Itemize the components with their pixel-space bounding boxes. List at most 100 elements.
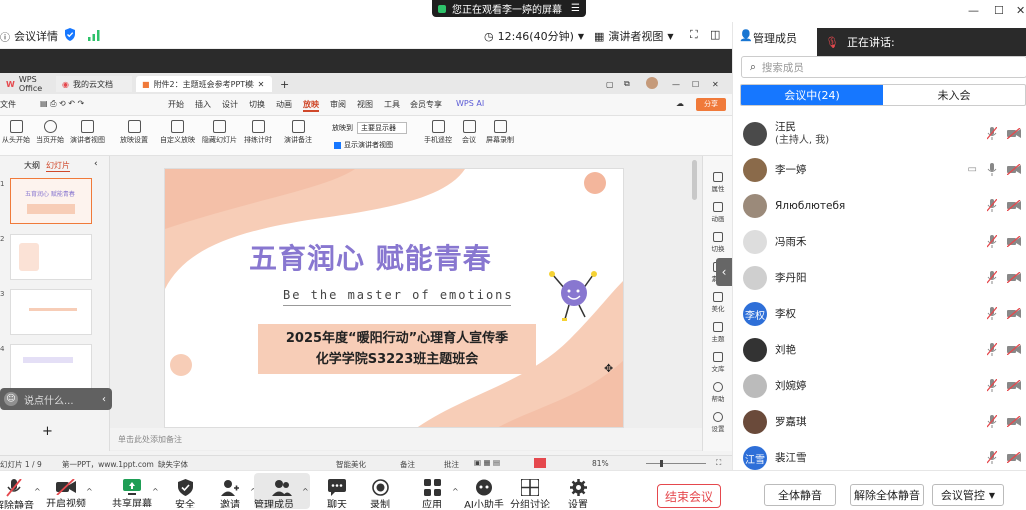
video-off-icon[interactable] (1007, 236, 1021, 247)
slide-thumbnail-2[interactable] (10, 234, 92, 280)
video-off-icon[interactable] (1007, 200, 1021, 211)
member-search-input[interactable]: ⌕ 搜索成员 (741, 56, 1026, 78)
video-off-icon[interactable] (1007, 452, 1021, 463)
menu-view[interactable]: 视图 (357, 99, 373, 110)
ribbon-meeting[interactable]: 会议 (462, 120, 476, 145)
wps-home-tab[interactable]: W WPS Office (0, 75, 52, 93)
meeting-control-button[interactable]: 会议管控 ▼ (932, 484, 1004, 506)
member-row[interactable]: Ялюблютебя (733, 188, 1026, 224)
play-button[interactable] (534, 458, 546, 468)
ribbon-screen-record[interactable]: 屏幕录制 (486, 120, 514, 145)
menu-wps-ai[interactable]: WPS AI (456, 99, 484, 108)
member-row[interactable]: 李丹阳 (733, 260, 1026, 296)
member-row[interactable]: 李权 李权 (733, 296, 1026, 332)
ribbon-hide-slide[interactable]: 隐藏幻灯片 (202, 120, 237, 145)
side-transition[interactable]: 切换 (703, 232, 733, 253)
current-slide[interactable]: 五育润心 赋能青春 Be the master of emotions 2025… (164, 168, 624, 428)
share-button[interactable]: 分享 (696, 98, 726, 111)
ribbon-custom-show[interactable]: 自定义放映 (160, 120, 195, 145)
speak-input-box[interactable]: ☺ 说点什么... ‹ (0, 388, 112, 410)
wps-user-avatar[interactable] (646, 77, 658, 89)
tab-in-meeting[interactable]: 会议中(24) (741, 85, 883, 105)
member-row[interactable]: 冯雨禾 (733, 224, 1026, 260)
show-presenter-checkbox[interactable]: 显示演讲者视图 (334, 140, 393, 150)
meeting-timer[interactable]: ◷ 12:46(40分钟) ▼ (484, 28, 584, 44)
banner-menu-icon[interactable]: ☰ (571, 3, 580, 14)
ribbon-rehearse[interactable]: 排练计时 (244, 120, 272, 145)
sharing-banner[interactable]: 您正在观看李一婷的屏幕 ☰ (432, 0, 586, 17)
view-switch-button[interactable]: ▦ 演讲者视图 ▼ (594, 28, 674, 44)
mic-off-icon[interactable] (987, 343, 997, 356)
quick-access-icons[interactable]: ▤ ⎙ ⟲ ↶ ↷ (40, 99, 84, 109)
notes-area[interactable]: 单击此处添加备注 (110, 428, 702, 450)
tab-not-joined[interactable]: 未入会 (883, 85, 1025, 105)
smart-beautify-button[interactable]: 智能美化 (336, 459, 366, 470)
mic-off-icon[interactable] (987, 235, 997, 248)
menu-tools[interactable]: 工具 (384, 99, 400, 110)
layout-icon[interactable]: ▢ (600, 76, 620, 92)
zoom-slider-thumb[interactable] (660, 460, 663, 467)
menu-design[interactable]: 设计 (222, 99, 238, 110)
side-settings[interactable]: 设置 (703, 412, 733, 433)
view-mode-icons[interactable]: ▣ ▦ ▤ (474, 458, 500, 467)
end-meeting-button[interactable]: 结束会议 (657, 484, 721, 508)
side-theme[interactable]: 主题 (703, 322, 733, 343)
display-select[interactable]: 主要显示器 (357, 122, 407, 134)
security-shield-icon[interactable] (64, 28, 76, 41)
mic-off-icon[interactable] (987, 199, 997, 212)
menu-slideshow[interactable]: 放映 (303, 99, 319, 112)
close-tab-icon[interactable]: ✕ (258, 80, 265, 89)
member-row[interactable]: 罗嘉琪 (733, 404, 1026, 440)
close-button[interactable]: ✕ (1016, 4, 1025, 17)
unmute-all-button[interactable]: 解除全体静音 (850, 484, 924, 506)
video-off-icon[interactable] (1007, 344, 1021, 355)
window-icon[interactable]: ⧉ (618, 76, 636, 92)
slide-thumbnail-4[interactable] (10, 344, 92, 390)
side-library[interactable]: 文库 (703, 352, 733, 373)
video-off-icon[interactable] (1007, 380, 1021, 391)
tab-slides[interactable]: 幻灯片 (46, 160, 70, 172)
fullscreen-icon[interactable]: ⛶ (690, 28, 698, 42)
collapse-icon[interactable]: ‹ (102, 394, 106, 405)
side-help[interactable]: 帮助 (703, 382, 733, 403)
canvas-scrollbar[interactable] (692, 160, 697, 200)
wps-close-icon[interactable]: ✕ (706, 76, 725, 92)
file-menu[interactable]: 文件 (0, 99, 16, 110)
mic-off-icon[interactable] (987, 379, 997, 392)
side-animation[interactable]: 动画 (703, 202, 733, 223)
mic-off-icon[interactable] (987, 127, 997, 140)
ribbon-show-settings[interactable]: 放映设置 (120, 120, 148, 145)
meeting-details-button[interactable]: ⓘ 会议详情 (0, 28, 58, 44)
ribbon-from-start[interactable]: 从头开始 (2, 120, 30, 145)
video-off-icon[interactable] (1007, 416, 1021, 427)
toolbar-record-button[interactable]: 录制 (352, 479, 408, 508)
side-properties[interactable]: 属性 (703, 172, 733, 193)
menu-member[interactable]: 会员专享 (410, 99, 442, 110)
mic-icon[interactable] (987, 163, 997, 176)
add-slide-icon[interactable]: + (42, 424, 53, 439)
member-row[interactable]: 汪民 (主持人, 我) (733, 116, 1026, 152)
layout-split-icon[interactable]: ◫ (710, 28, 720, 41)
mic-off-icon[interactable] (987, 415, 997, 428)
member-row[interactable]: 刘艳 (733, 332, 1026, 368)
ribbon-phone-remote[interactable]: 手机遥控 (424, 120, 452, 145)
emoji-icon[interactable]: ☺ (4, 392, 18, 406)
wps-cloud-tab[interactable]: ◉ 我的云文档 (56, 76, 132, 92)
mic-off-icon[interactable] (987, 307, 997, 320)
member-row[interactable]: 李一婷 ▭ (733, 152, 1026, 188)
menu-insert[interactable]: 插入 (195, 99, 211, 110)
tab-outline[interactable]: 大纲 (24, 160, 40, 171)
video-off-icon[interactable] (1007, 128, 1021, 139)
ribbon-from-current[interactable]: 当页开始 (36, 120, 64, 145)
mic-off-icon[interactable] (987, 271, 997, 284)
menu-transition[interactable]: 切换 (249, 99, 265, 110)
video-off-icon[interactable] (1007, 272, 1021, 283)
video-off-icon[interactable] (1007, 308, 1021, 319)
side-beautify[interactable]: 美化 (703, 292, 733, 313)
menu-review[interactable]: 审阅 (330, 99, 346, 110)
maximize-button[interactable]: ☐ (994, 4, 1004, 17)
zoom-slider[interactable] (646, 463, 706, 464)
wps-maximize-icon[interactable]: ☐ (686, 76, 705, 92)
ribbon-presenter-view[interactable]: 演讲者视图 (70, 120, 105, 145)
notes-button[interactable]: 备注 (400, 459, 415, 470)
